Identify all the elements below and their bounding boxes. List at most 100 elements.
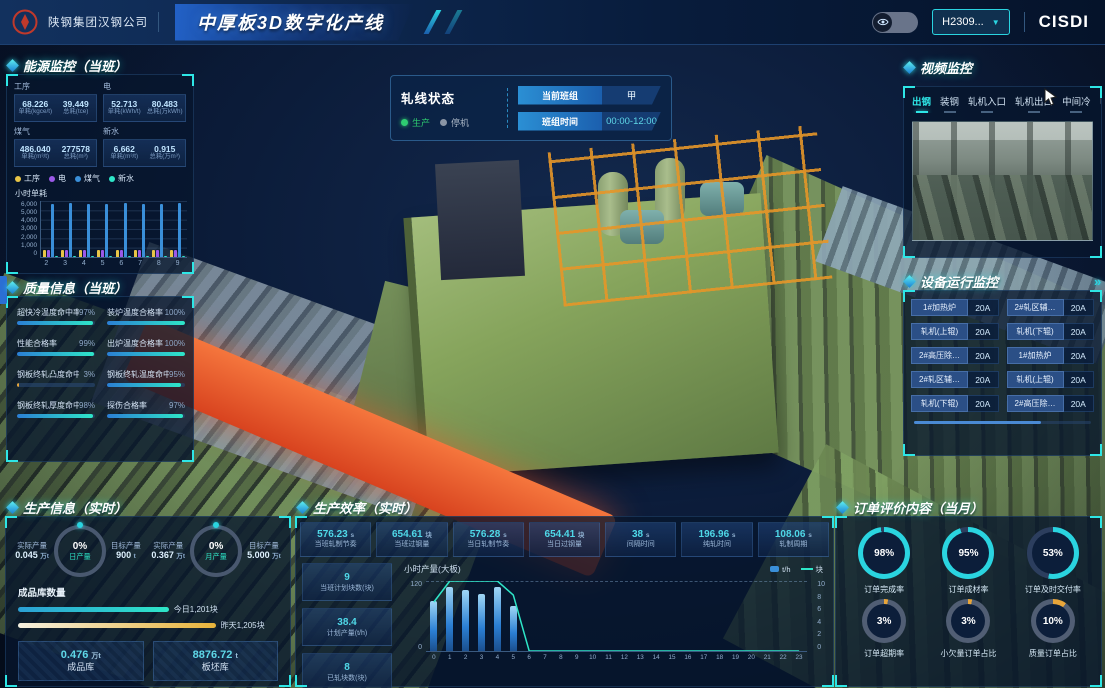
energy-bar-电: [156, 250, 159, 257]
energy-value-label: 单耗(kgce/t): [18, 109, 52, 116]
energy-bar-电: [174, 250, 177, 257]
efficiency-card-unit: 块: [578, 532, 585, 539]
quality-percent: 99%: [79, 339, 95, 348]
axis-tick: 22: [775, 654, 791, 661]
efficiency-card-unit: s: [503, 532, 507, 539]
left-edge-tab[interactable]: [0, 276, 7, 304]
top-header: 陕钢集团汉钢公司 中厚板3D数字化产线 H2309... ▼: [0, 0, 1105, 45]
page-title: 中厚板3D数字化产线: [197, 13, 384, 33]
device-item[interactable]: 轧机(上辊)20A: [1007, 371, 1095, 388]
legend-dot-icon: [75, 176, 81, 182]
energy-bar-工序: [61, 250, 64, 257]
monthly-production-group: 实际产量 0.367 万t 0% 月产量 目标产量 5.000 万t: [151, 525, 280, 577]
quality-label: 装炉温度合格率: [107, 307, 163, 318]
quality-bar-fill: [107, 414, 183, 418]
energy-bar-煤气: [142, 204, 145, 257]
actual-output: 实际产量 0.367 万t: [151, 541, 185, 562]
monthly-gauge-label: 月产量: [205, 553, 227, 562]
quality-label: 钢板终轧温度命中率: [107, 369, 169, 380]
efficiency-card-value: 654.61 块: [392, 529, 432, 542]
video-feed[interactable]: [912, 121, 1093, 241]
actual-output-label: 实际产量: [17, 541, 47, 550]
energy-bar-煤气: [124, 203, 127, 257]
gauge-percent: 3%: [946, 599, 990, 643]
video-tab-1[interactable]: 出钢: [912, 94, 931, 113]
energy-cards: 工序68.226单耗(kgce/t)39.449总耗(tce)电52.713单耗…: [7, 75, 193, 167]
device-item[interactable]: 1#加热炉20A: [911, 299, 999, 316]
device-item[interactable]: 2#轧区辅…20A: [1007, 299, 1095, 316]
quality-item: 钢板终轧厚度命中率98%: [17, 400, 95, 418]
efficiency-card-label: 当日过钢量: [547, 541, 582, 550]
hourly-bar: [430, 601, 437, 651]
energy-bar-煤气: [87, 204, 90, 257]
energy-bar-工序: [152, 250, 155, 257]
quality-item: 出炉温度合格率100%: [107, 338, 185, 356]
quality-percent: 98%: [79, 401, 95, 410]
chart-xaxis: 01234567891011121314151617181920212223: [426, 654, 807, 661]
devices-scrollbar-thumb[interactable]: [914, 421, 1041, 424]
bar-slot: [791, 581, 807, 651]
target-output-value: 900 t: [116, 550, 136, 561]
chart-legend: t/h块: [770, 564, 823, 575]
video-tab-3[interactable]: 轧机入口: [968, 94, 1006, 113]
device-item[interactable]: 1#加热炉20A: [1007, 347, 1095, 364]
energy-card: 新水6.662单耗(m³/t)0.915总耗(万m³): [103, 126, 186, 167]
energy-bar-工序: [97, 250, 100, 257]
energy-value-label: 总耗(tce): [63, 109, 88, 116]
monthly-gauge-percent: 0%: [209, 541, 223, 553]
quality-item: 性能合格率 99%: [17, 338, 95, 356]
energy-bar-新水: [182, 256, 185, 257]
video-tab-2[interactable]: 装钢: [940, 94, 959, 113]
device-item[interactable]: 2#高压除…20A: [1007, 395, 1095, 412]
order-gauge-cell: 3%小欠量订单占比: [928, 599, 1008, 659]
toggle-knob: [873, 13, 892, 32]
device-item[interactable]: 2#高压除…20A: [911, 347, 999, 364]
video-title-text: 视频监控: [920, 58, 972, 77]
diamond-icon: [836, 501, 849, 514]
video-tab-5[interactable]: 中间冷: [1062, 94, 1091, 113]
efficiency-side-box: 8已轧块数(块): [302, 653, 392, 688]
title-decoration: [424, 10, 442, 34]
energy-value-label: 总耗(万kWh): [147, 109, 183, 116]
quality-item-top: 出炉温度合格率100%: [107, 338, 185, 349]
bar-slot: [458, 581, 474, 651]
legend-stopped: 停机: [440, 116, 469, 129]
legend-item: 块: [801, 564, 824, 575]
video-panel: 出钢装钢轧机入口轧机出口中间冷电加热: [903, 86, 1102, 258]
axis-tick: 11: [601, 654, 617, 661]
energy-value-pair: 277578总耗(m³): [56, 140, 97, 166]
energy-bar-工序: [43, 250, 46, 257]
hourly-bar: [494, 587, 501, 651]
quality-bar-track: [17, 352, 95, 356]
gauge-percent: 98%: [858, 527, 910, 579]
quality-label: 钢板终轧厚度命中率: [17, 400, 79, 411]
energy-value-pair: 486.040单耗(m³/t): [15, 140, 56, 166]
efficiency-card-label: 当班过钢量: [394, 541, 429, 550]
device-item[interactable]: 轧机(下辊)20A: [911, 395, 999, 412]
energy-card-values: 486.040单耗(m³/t)277578总耗(m³): [14, 139, 97, 167]
side-box-label: 当班计划块数(块): [320, 584, 374, 593]
heat-number-dropdown[interactable]: H2309... ▼: [932, 9, 1010, 35]
device-item[interactable]: 轧机(上辊)20A: [911, 323, 999, 340]
device-item[interactable]: 轧机(下辊)20A: [1007, 323, 1095, 340]
video-tab-6[interactable]: 电加热: [1100, 94, 1101, 113]
visibility-toggle[interactable]: [872, 12, 918, 33]
efficiency-card-value: 576.23 s: [317, 529, 354, 542]
quality-label: 性能合格率: [17, 338, 57, 349]
quality-bar-track: [17, 321, 95, 325]
devices-scrollbar[interactable]: [914, 421, 1091, 424]
device-item[interactable]: 2#轧区辅…20A: [911, 371, 999, 388]
axis-tick: 23: [791, 654, 807, 661]
stock-bar: [18, 607, 169, 612]
order-gauge: 98%: [858, 527, 910, 579]
hourly-bar: [462, 590, 469, 651]
line-status-title: 轧线状态: [401, 88, 497, 107]
device-label: 2#高压除…: [911, 347, 968, 364]
axis-tick: 5,000: [21, 209, 37, 216]
quality-grid: 超快冷温度命中率97%装炉温度合格率100%性能合格率99%出炉温度合格率100…: [7, 297, 193, 428]
chart-title: 小时产量(大板): [404, 563, 461, 575]
monthly-output-gauge: 0% 月产量: [190, 525, 242, 577]
axis-tick: 3,000: [21, 225, 37, 232]
chevron-right-icon[interactable]: »: [1094, 274, 1101, 289]
axis-tick: 6: [817, 606, 825, 613]
